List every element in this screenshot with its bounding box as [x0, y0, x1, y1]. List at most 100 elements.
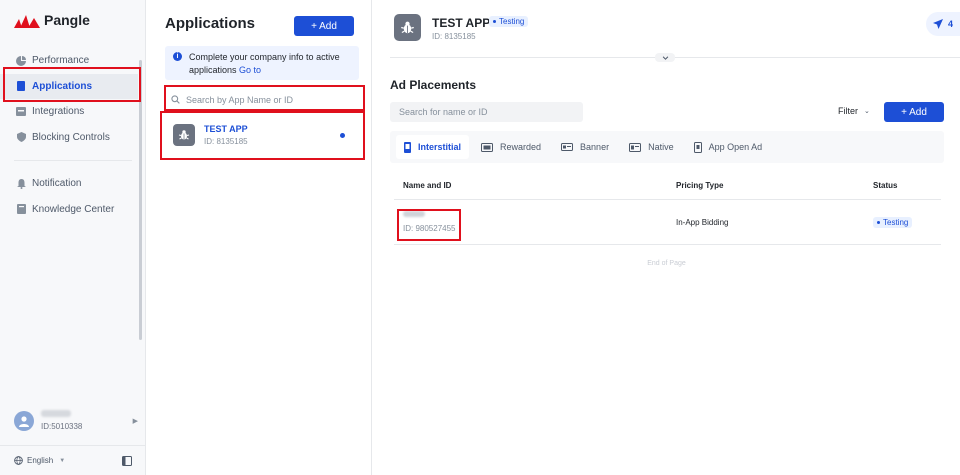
- applications-panel: Applications + Add i Complete your compa…: [146, 0, 372, 475]
- bug-icon: [394, 14, 421, 41]
- tab-native[interactable]: Native: [621, 135, 682, 159]
- globe-icon: [14, 456, 23, 465]
- placement-search-bar[interactable]: [390, 102, 583, 122]
- placement-name-blurred: [403, 211, 425, 217]
- status-cell: Testing: [873, 216, 941, 228]
- user-profile[interactable]: ID:5010338 ▶: [14, 410, 138, 431]
- sidebar-scrollbar[interactable]: [139, 60, 142, 340]
- tab-app-open-ad[interactable]: App Open Ad: [686, 135, 771, 159]
- notification-count: 4: [947, 19, 953, 29]
- pangle-logo-icon: [14, 15, 40, 28]
- user-name-blurred: [41, 410, 71, 417]
- sidebar: Pangle Performance Applications Integrat…: [0, 0, 146, 475]
- info-icon: i: [173, 52, 182, 61]
- app-meta: TEST APP ID: 8135185: [204, 124, 248, 146]
- status-label: Testing: [499, 17, 525, 26]
- sidebar-footer: English ▼: [0, 445, 146, 475]
- tab-label: Native: [648, 142, 674, 152]
- caret-right-icon[interactable]: ▶: [133, 417, 138, 425]
- bug-icon: [173, 124, 195, 146]
- language-selector[interactable]: English ▼: [14, 456, 65, 465]
- tab-label: Rewarded: [500, 142, 542, 152]
- main-content: TEST APP Testing ID: 8135185 4 Ad Placem…: [373, 0, 960, 475]
- filter-label: Filter: [838, 106, 858, 116]
- sidebar-item-label: Knowledge Center: [32, 203, 115, 215]
- sidebar-item-knowledge-center[interactable]: Knowledge Center: [0, 197, 146, 223]
- sidebar-item-label: Performance: [32, 55, 90, 67]
- user-id: ID:5010338: [41, 422, 83, 431]
- pangle-logo[interactable]: Pangle: [14, 12, 90, 28]
- app-search-bar[interactable]: [165, 90, 359, 110]
- sidebar-item-performance[interactable]: Performance: [0, 48, 146, 74]
- ad-format-tabs: Interstitial Rewarded Banner Native App …: [390, 131, 944, 163]
- chevron-down-icon: [662, 55, 668, 60]
- sidebar-item-applications[interactable]: Applications: [0, 73, 138, 99]
- tab-interstitial[interactable]: Interstitial: [396, 135, 470, 159]
- app-open-icon: [693, 141, 702, 153]
- app-icon: [16, 81, 26, 92]
- column-header-status: Status: [873, 181, 898, 190]
- tab-label: App Open Ad: [708, 142, 763, 152]
- app-search-input[interactable]: [186, 94, 356, 105]
- tab-banner[interactable]: Banner: [553, 135, 617, 159]
- page-title: TEST APP: [432, 16, 491, 30]
- brand-name: Pangle: [44, 12, 90, 28]
- bell-icon: [16, 178, 26, 189]
- placement-search-input[interactable]: [399, 107, 579, 117]
- table-header: Name and ID Pricing Type Status: [394, 172, 941, 200]
- app-list-item[interactable]: TEST APP ID: 8135185: [165, 114, 359, 156]
- avatar: [14, 410, 34, 431]
- sidebar-divider: [14, 160, 132, 161]
- sidebar-item-label: Applications: [32, 80, 93, 92]
- notice-text: Complete your company info to active app…: [189, 52, 340, 75]
- collapse-sidebar-icon[interactable]: [122, 455, 132, 466]
- tab-label: Banner: [580, 142, 610, 152]
- tab-label: Interstitial: [418, 142, 462, 152]
- chevron-down-icon: ⌄: [864, 108, 870, 115]
- search-icon: [171, 95, 180, 104]
- company-info-notice: i Complete your company info to active a…: [165, 46, 359, 80]
- book-icon: [16, 204, 26, 215]
- native-icon: [629, 142, 642, 152]
- rewarded-icon: [481, 142, 494, 152]
- expand-header-button[interactable]: [655, 53, 675, 62]
- sidebar-item-blocking-controls[interactable]: Blocking Controls: [0, 125, 146, 151]
- sidebar-item-label: Integrations: [32, 106, 85, 118]
- sidebar-item-notification[interactable]: Notification: [0, 171, 146, 197]
- selected-indicator: [340, 133, 345, 138]
- status-label: Testing: [883, 217, 909, 227]
- tab-rewarded[interactable]: Rewarded: [473, 135, 549, 159]
- placement-name-cell: ID: 980527455: [394, 211, 676, 233]
- app-id: ID: 8135185: [204, 137, 248, 146]
- banner-icon: [561, 143, 574, 151]
- send-icon: [932, 19, 943, 29]
- placements-table: Name and ID Pricing Type Status ID: 9805…: [394, 172, 941, 245]
- integrations-icon: [16, 107, 26, 117]
- user-icon: [19, 415, 29, 427]
- add-application-button[interactable]: + Add: [294, 16, 354, 36]
- filter-dropdown[interactable]: Filter ⌄: [838, 106, 870, 116]
- end-of-page-text: End of Page: [647, 260, 686, 267]
- sidebar-item-label: Blocking Controls: [32, 131, 110, 143]
- add-placement-button[interactable]: + Add: [884, 102, 944, 122]
- placement-id: ID: 980527455: [403, 224, 456, 233]
- header-divider: [390, 57, 960, 58]
- pie-chart-icon: [16, 55, 26, 66]
- column-header-name: Name and ID: [403, 181, 452, 190]
- table-row[interactable]: ID: 980527455 In-App Bidding Testing: [394, 200, 941, 245]
- language-label: English: [27, 456, 54, 465]
- pricing-type-cell: In-App Bidding: [676, 217, 729, 227]
- header-app-id: ID: 8135185: [432, 32, 476, 41]
- column-header-pricing: Pricing Type: [676, 181, 724, 190]
- ad-placements-title: Ad Placements: [390, 78, 477, 92]
- applications-title: Applications: [165, 15, 256, 32]
- go-to-link[interactable]: Go to: [239, 65, 261, 75]
- caret-down-icon: ▼: [59, 457, 66, 464]
- sidebar-item-label: Notification: [32, 178, 82, 190]
- sidebar-item-integrations[interactable]: Integrations: [0, 99, 146, 125]
- sidebar-nav: Performance Applications Integrations Bl…: [0, 48, 146, 222]
- notification-button[interactable]: 4: [926, 12, 960, 36]
- user-info: ID:5010338: [41, 410, 82, 431]
- status-badge: Testing: [873, 216, 913, 228]
- app-name: TEST APP: [204, 124, 248, 134]
